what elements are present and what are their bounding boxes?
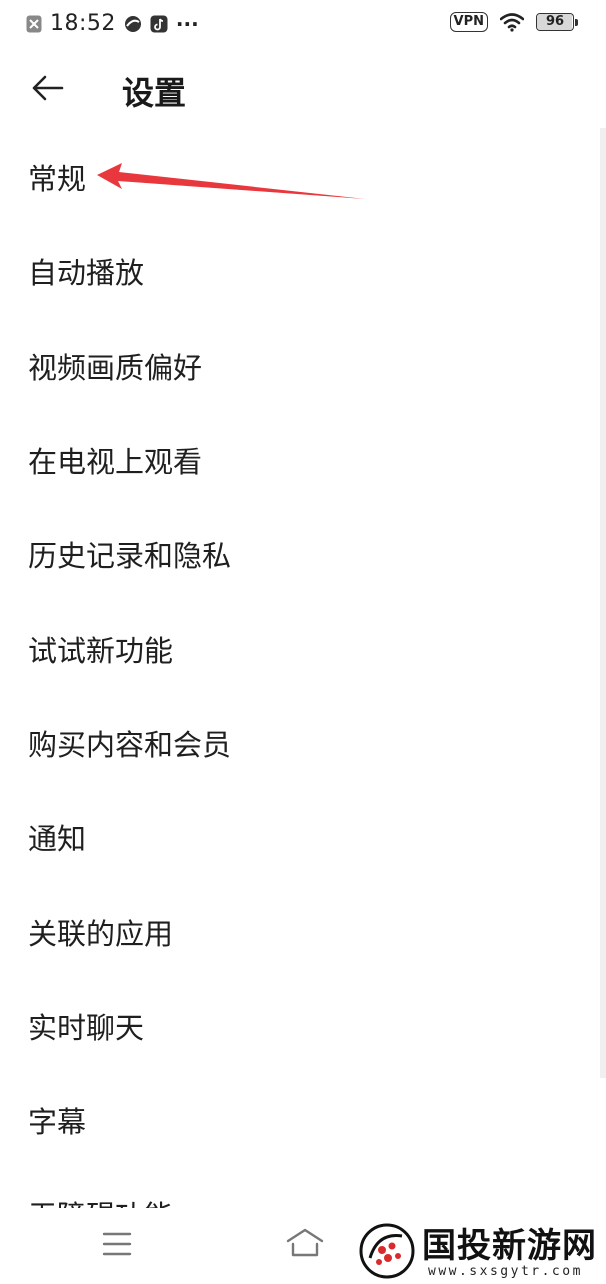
settings-item-label: 实时聊天 xyxy=(28,1010,145,1045)
settings-item[interactable]: 视频画质偏好 xyxy=(0,319,600,413)
settings-item-label: 试试新功能 xyxy=(28,633,174,668)
settings-item-label: 无障碍功能 xyxy=(28,1193,173,1208)
battery-level: 96 xyxy=(545,14,565,29)
watermark: 国投新游网 www.sxsgytr.com xyxy=(358,1218,604,1284)
scrollbar[interactable] xyxy=(600,128,606,1078)
settings-item[interactable]: 试试新功能 xyxy=(0,601,600,695)
settings-item-label: 在电视上观看 xyxy=(28,445,203,480)
settings-item[interactable]: 字幕 xyxy=(0,1073,600,1167)
navigation-bar: 国投新游网 www.sxsgytr.com xyxy=(0,1208,606,1280)
settings-item[interactable]: 通知 xyxy=(0,790,600,884)
home-icon[interactable] xyxy=(284,1226,326,1260)
settings-item[interactable]: 在电视上观看 xyxy=(0,413,600,507)
settings-item[interactable]: 购买内容和会员 xyxy=(0,696,600,790)
annotation-arrow-icon xyxy=(97,163,365,199)
settings-item-label: 历史记录和隐私 xyxy=(28,539,232,574)
watermark-url: www.sxsgytr.com xyxy=(428,1264,583,1279)
settings-item-label: 关联的应用 xyxy=(28,916,174,951)
watermark-logo-icon xyxy=(359,1223,415,1279)
settings-item-label: 通知 xyxy=(28,822,87,857)
menu-icon[interactable] xyxy=(102,1230,132,1258)
settings-list: 常规 自动播放 视频画质偏好 在电视上观看 历史记录和隐私 试试新功能 购买内容和会员 通知关… xyxy=(0,130,600,1208)
settings-item[interactable]: 无障碍功能 xyxy=(0,1167,600,1208)
settings-item[interactable]: 历史记录和隐私 xyxy=(0,507,600,601)
settings-item-label: 视频画质偏好 xyxy=(28,350,203,385)
settings-item[interactable]: 实时聊天 xyxy=(0,979,600,1073)
settings-item-label: 购买内容和会员 xyxy=(28,727,232,762)
settings-item-label: 字幕 xyxy=(28,1105,87,1140)
settings-item[interactable]: 关联的应用 xyxy=(0,884,600,978)
watermark-name: 国投新游网 xyxy=(422,1226,597,1266)
